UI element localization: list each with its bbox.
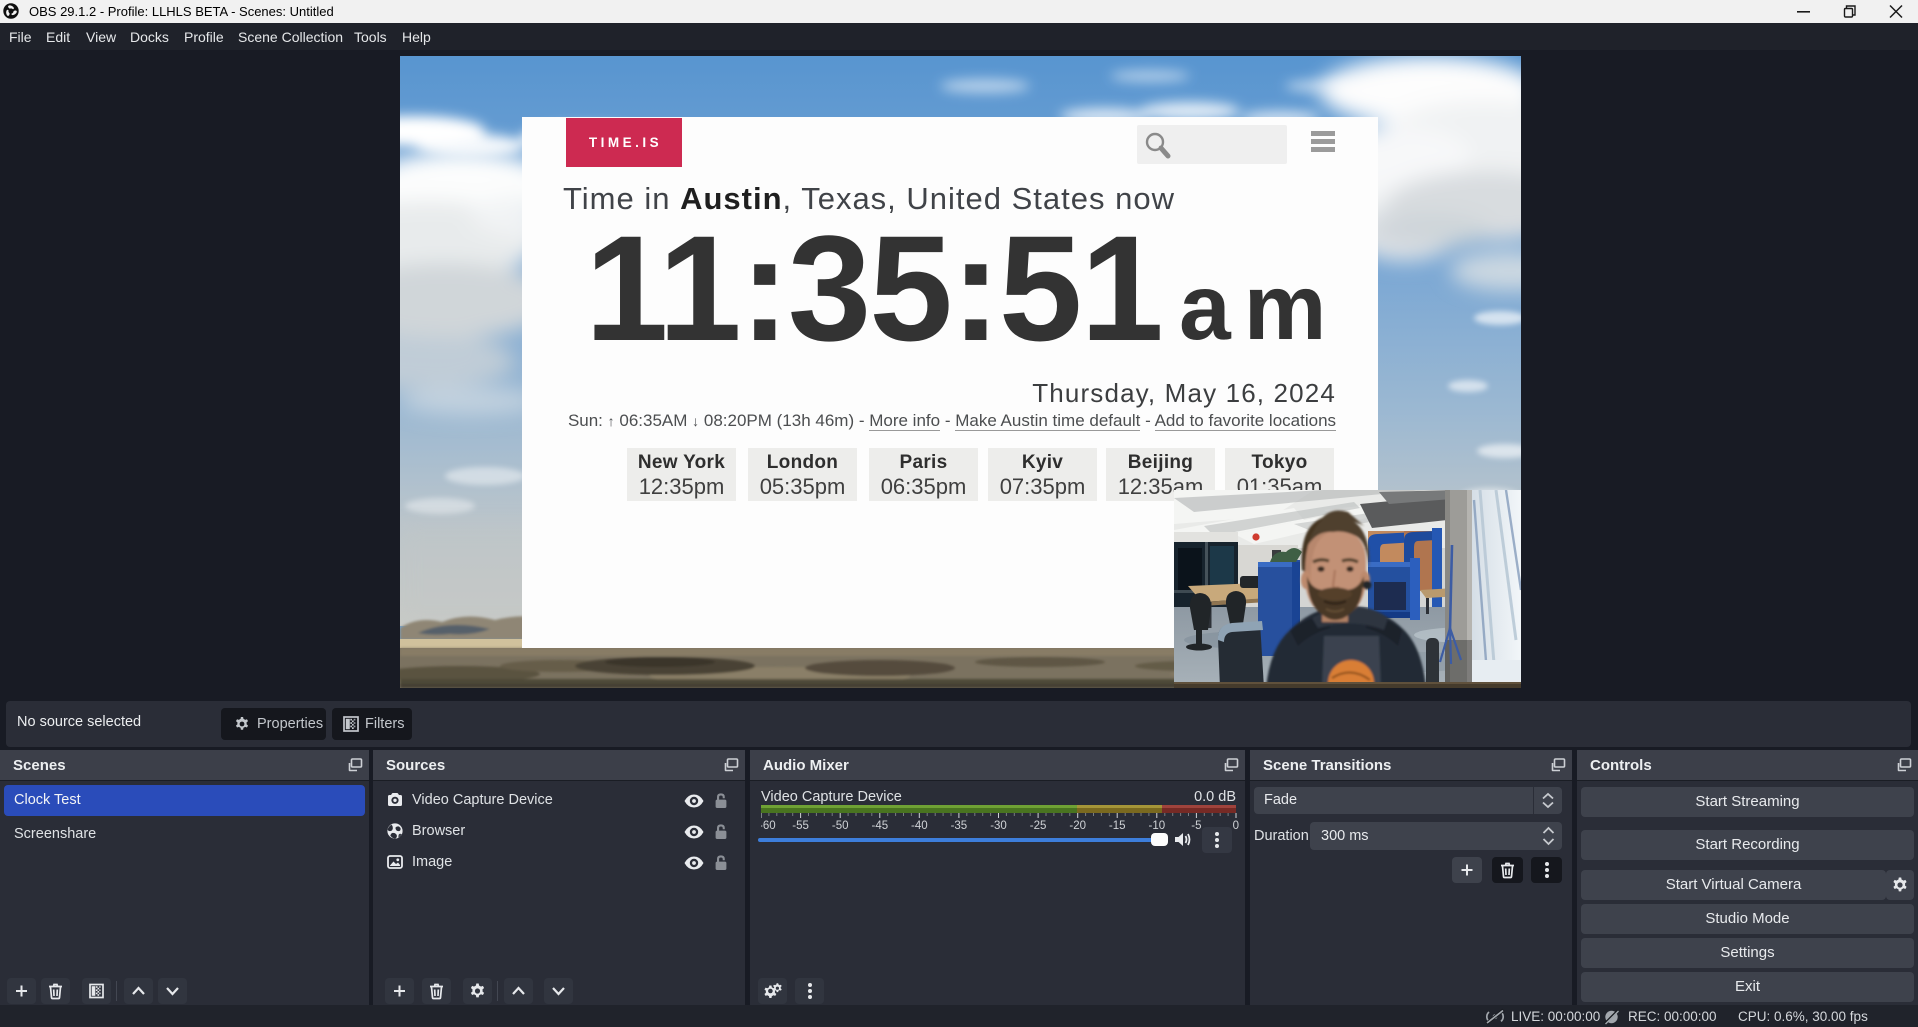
svg-text:-20: -20 (1069, 820, 1086, 832)
svg-text:0: 0 (1233, 820, 1239, 832)
svg-text:-35: -35 (951, 820, 968, 832)
svg-text:-55: -55 (792, 820, 809, 832)
svg-text:-15: -15 (1109, 820, 1126, 832)
svg-text:-40: -40 (911, 820, 928, 832)
svg-text:-50: -50 (832, 820, 849, 832)
svg-text:-60: -60 (761, 820, 776, 832)
svg-text:-30: -30 (990, 820, 1007, 832)
svg-text:-25: -25 (1030, 820, 1047, 832)
svg-text:-45: -45 (871, 820, 888, 832)
svg-text:-10: -10 (1148, 820, 1165, 832)
